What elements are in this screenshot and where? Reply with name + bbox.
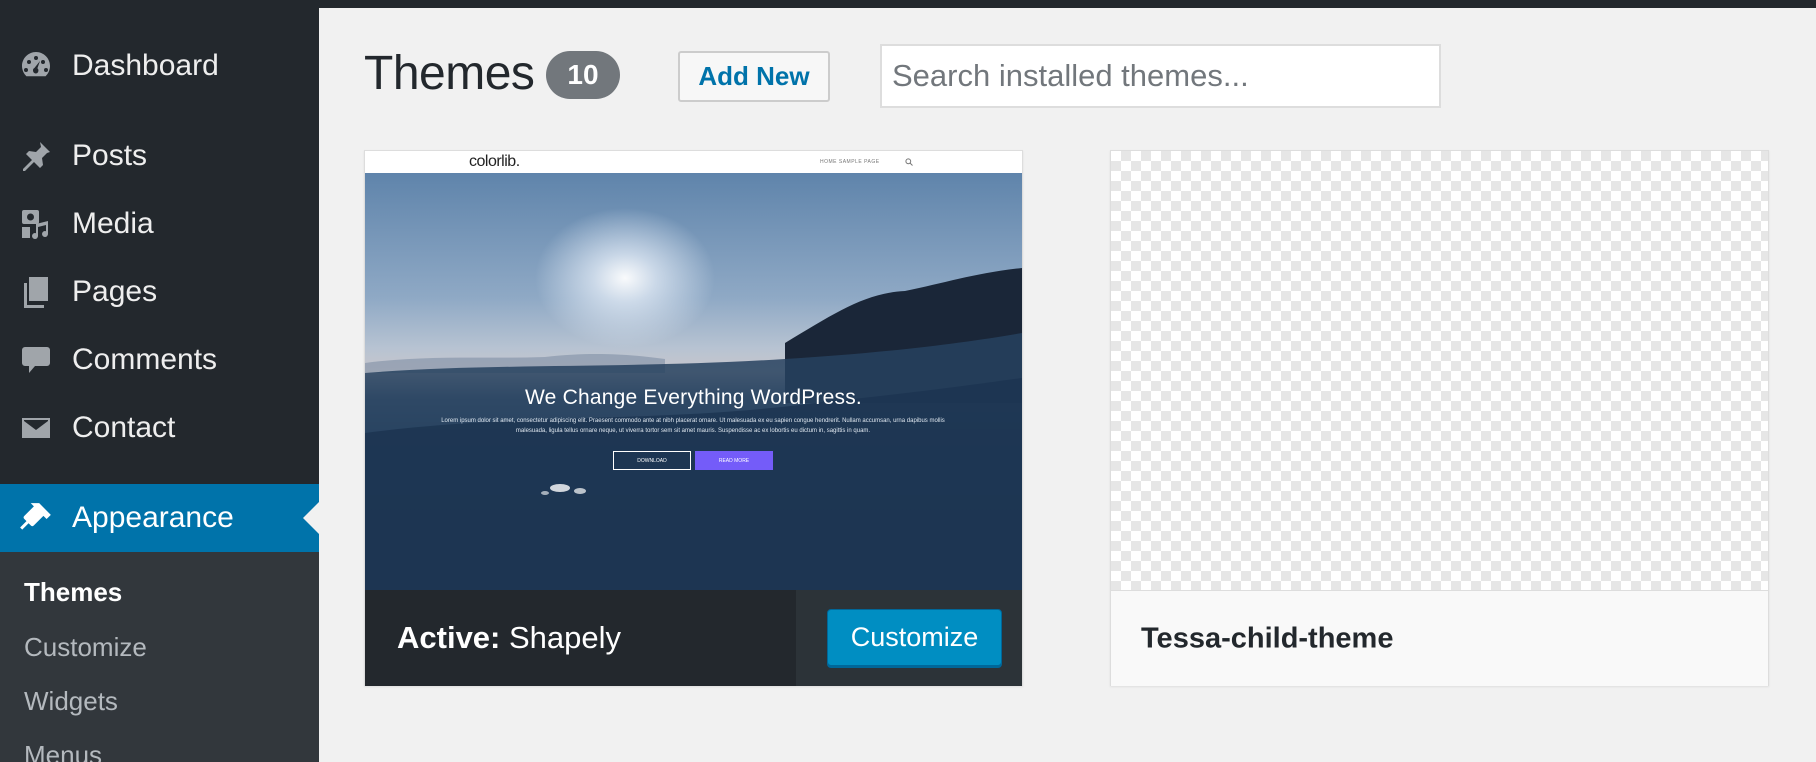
brush-icon: [18, 500, 54, 536]
sidebar-item-dashboard[interactable]: Dashboard: [0, 38, 319, 94]
dashboard-icon: [18, 48, 54, 84]
theme-screenshot-blank[interactable]: [1111, 151, 1768, 590]
theme-name: Active: Shapely: [397, 620, 621, 656]
customize-button[interactable]: Customize: [827, 609, 1002, 666]
theme-name: Tessa-child-theme: [1141, 622, 1394, 654]
submenu-item-customize[interactable]: Customize: [24, 632, 147, 663]
sidebar-item-media[interactable]: Media: [0, 196, 319, 252]
preview-navbar: colorlib. HOME SAMPLE PAGE: [365, 151, 1022, 173]
sidebar-item-label: Dashboard: [72, 49, 219, 82]
sidebar-item-label: Pages: [72, 275, 158, 308]
theme-count-badge: 10: [546, 51, 620, 99]
sidebar-item-appearance[interactable]: Appearance: [0, 484, 319, 552]
theme-card-active[interactable]: colorlib. HOME SAMPLE PAGE We Change Eve…: [364, 150, 1023, 686]
sidebar-item-label: Posts: [72, 139, 148, 172]
preview-nav-links: HOME SAMPLE PAGE: [820, 159, 880, 165]
search-themes-input[interactable]: [880, 44, 1441, 108]
pages-icon: [18, 274, 54, 310]
sidebar-item-pages[interactable]: Pages: [0, 264, 319, 320]
page-title: Themes: [364, 47, 535, 100]
admin-sidebar: Dashboard Posts Media Pages Comments Con…: [0, 0, 319, 762]
theme-actions: Customize: [796, 590, 1022, 686]
sidebar-item-comments[interactable]: Comments: [0, 332, 319, 388]
preview-download-button: DOWNLOAD: [613, 451, 691, 470]
sidebar-item-label: Media: [72, 207, 154, 240]
pin-icon: [18, 138, 54, 174]
preview-headline: We Change Everything WordPress.: [525, 386, 862, 409]
active-prefix: Active:: [397, 620, 501, 655]
media-icon: [18, 206, 54, 242]
comment-icon: [18, 342, 54, 378]
theme-screenshot[interactable]: colorlib. HOME SAMPLE PAGE We Change Eve…: [365, 151, 1022, 590]
sidebar-item-label: Contact: [72, 411, 176, 444]
submenu-item-menus[interactable]: Menus: [24, 740, 102, 762]
theme-card-footer: Tessa-child-theme: [1111, 590, 1768, 686]
preview-search-icon: [905, 158, 913, 166]
add-new-button[interactable]: Add New: [678, 51, 830, 102]
preview-subtext: Lorem ipsum dolor sit amet, consectetur …: [441, 418, 945, 434]
preview-read-more-button: READ MORE: [695, 451, 773, 470]
sidebar-item-label: Comments: [72, 343, 218, 376]
submenu-item-widgets[interactable]: Widgets: [24, 686, 118, 717]
sidebar-item-label: Appearance: [72, 501, 234, 534]
ocean-scene: [365, 268, 1022, 590]
theme-name-text: Shapely: [509, 620, 622, 655]
theme-card-footer: Active: Shapely Customize: [365, 590, 1022, 686]
submenu-item-themes[interactable]: Themes: [24, 577, 122, 608]
sidebar-item-posts[interactable]: Posts: [0, 128, 319, 184]
sidebar-item-contact[interactable]: Contact: [0, 400, 319, 456]
current-menu-arrow: [303, 502, 319, 534]
preview-logo: colorlib.: [469, 153, 520, 170]
theme-card[interactable]: Tessa-child-theme: [1110, 150, 1769, 686]
appearance-submenu: Themes Customize Widgets Menus: [0, 552, 319, 762]
preview-hero-image: We Change Everything WordPress. Lorem ip…: [365, 173, 1022, 590]
envelope-icon: [18, 410, 54, 446]
